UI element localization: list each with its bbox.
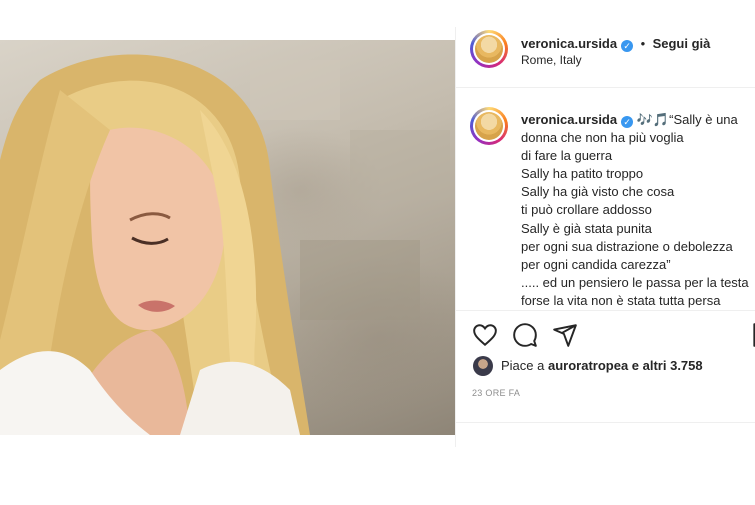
liker-username[interactable]: auroratropea bbox=[548, 358, 628, 373]
heart-icon[interactable] bbox=[472, 322, 498, 348]
verified-badge-icon: ✓ bbox=[621, 40, 634, 52]
separator-dot: • bbox=[640, 36, 646, 51]
caption-line: di fare la guerra bbox=[521, 148, 613, 164]
post-location[interactable]: Rome, Italy bbox=[521, 53, 582, 67]
share-icon[interactable] bbox=[552, 322, 578, 348]
verified-badge-icon: ✓ bbox=[621, 116, 634, 128]
caption-area[interactable]: veronica.ursida ✓ 🎶🎵“Sally è una donna ch… bbox=[456, 88, 755, 311]
comment-icon[interactable] bbox=[512, 322, 538, 348]
likes-count[interactable]: e altri 3.758 bbox=[628, 358, 703, 373]
caption-username[interactable]: veronica.ursida bbox=[521, 112, 617, 127]
author-username[interactable]: veronica.ursida bbox=[521, 36, 617, 51]
post-sidebar: veronica.ursida ✓ • Segui già Rome, Italy… bbox=[455, 27, 755, 447]
caption-line: Sally ha patito troppo bbox=[521, 166, 644, 182]
caption-text: veronica.ursida ✓ 🎶🎵“Sally è una donna ch… bbox=[521, 111, 755, 310]
music-emoji: 🎶🎵 bbox=[636, 112, 670, 127]
follow-button[interactable]: Segui già bbox=[653, 36, 711, 51]
caption-line: Sally è già stata punita bbox=[521, 220, 652, 236]
caption-avatar[interactable] bbox=[470, 107, 508, 145]
caption-line: “Sally è una bbox=[669, 112, 738, 127]
bookmark-icon[interactable] bbox=[750, 322, 755, 348]
caption-line: per ogni candida carezza” bbox=[521, 256, 671, 272]
post-timestamp[interactable]: 23 ORE FA bbox=[472, 388, 520, 398]
likes-prefix: Piace a bbox=[501, 358, 548, 373]
portrait-image bbox=[0, 54, 450, 435]
caption-line: forse la vita non è stata tutta persa bbox=[521, 292, 721, 308]
caption-line: ..... ed un pensiero le passa per la tes… bbox=[521, 274, 749, 290]
caption-line: ti può crollare addosso bbox=[521, 202, 652, 218]
add-comment-row[interactable] bbox=[456, 422, 755, 448]
caption-line: per ogni sua distrazione o debolezza bbox=[521, 238, 733, 254]
post-header: veronica.ursida ✓ • Segui già Rome, Italy bbox=[456, 27, 755, 88]
author-avatar[interactable] bbox=[470, 30, 508, 68]
caption-line: Sally ha già visto che cosa bbox=[521, 184, 675, 200]
post-photo[interactable] bbox=[0, 40, 455, 435]
caption-line: donna che non ha più voglia bbox=[521, 130, 684, 146]
liker-avatar[interactable] bbox=[473, 356, 493, 376]
